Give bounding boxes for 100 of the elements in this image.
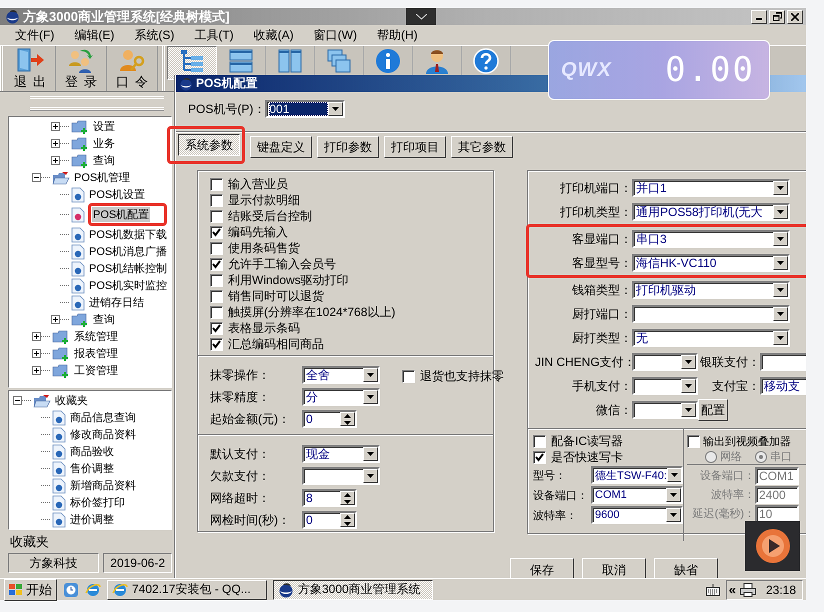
start-button[interactable]: 开始 <box>4 578 57 600</box>
tree-item[interactable]: 进价调整 <box>69 512 115 527</box>
dropdown[interactable]: 海信HK-VC110 <box>632 254 790 272</box>
dropdown[interactable] <box>632 305 790 323</box>
desktop-clock-icon[interactable] <box>63 582 79 598</box>
tab[interactable]: 其它参数 <box>451 136 513 158</box>
checkbox[interactable] <box>210 290 223 302</box>
tree-item[interactable]: 商品信息查询 <box>69 410 137 425</box>
dropdown[interactable] <box>302 467 380 485</box>
browser-icon[interactable] <box>85 582 101 598</box>
expand-icon[interactable] <box>51 315 60 324</box>
tree-item[interactable]: 查询 <box>92 312 116 327</box>
tree-item[interactable]: 查询 <box>92 153 116 168</box>
expand-icon[interactable] <box>32 366 41 375</box>
taskbar-button[interactable]: 方象3000商业管理系统 <box>273 580 433 600</box>
dropdown[interactable] <box>632 377 698 395</box>
tree-item[interactable]: 报表管理 <box>73 346 119 361</box>
checkbox[interactable] <box>533 434 546 448</box>
tab[interactable]: 系统参数 <box>178 134 240 156</box>
expand-icon[interactable] <box>32 349 41 358</box>
checkbox[interactable] <box>402 370 415 382</box>
dropdown[interactable]: 现金 <box>302 445 380 463</box>
folder-icon <box>71 152 89 168</box>
checkbox[interactable] <box>210 178 223 190</box>
checkbox[interactable] <box>210 306 223 318</box>
toolbar-button[interactable]: 退出 <box>5 46 56 91</box>
dropdown[interactable]: 全舍 <box>302 366 380 384</box>
toolbar-button[interactable]: 口令 <box>107 46 158 91</box>
tree-item[interactable]: 新增商品资料 <box>69 478 137 493</box>
expand-icon[interactable] <box>51 139 60 148</box>
dropdown[interactable]: 001 <box>265 100 346 118</box>
menu-item[interactable]: 系统(S) <box>134 26 174 44</box>
close-button[interactable] <box>787 10 803 24</box>
expand-icon[interactable] <box>32 332 41 341</box>
tree-item[interactable]: POS机结帐控制 <box>88 261 168 276</box>
checkbox[interactable] <box>210 242 223 254</box>
tree-item[interactable]: 业务 <box>92 136 116 151</box>
config-button[interactable]: 配置 <box>698 399 728 421</box>
tab[interactable]: 打印项目 <box>384 136 446 158</box>
tree-item[interactable]: POS机配置 <box>92 207 150 222</box>
dropdown[interactable]: 串口3 <box>632 230 790 248</box>
menu-item[interactable]: 工具(T) <box>194 26 234 44</box>
tree-item[interactable]: 修改商品资料 <box>69 427 137 442</box>
checkbox[interactable] <box>533 450 546 464</box>
dropdown[interactable] <box>632 401 698 419</box>
checkbox[interactable] <box>210 258 223 270</box>
tab[interactable]: 打印参数 <box>317 136 379 158</box>
checkbox[interactable] <box>210 322 223 334</box>
toolbar-button[interactable]: 登录 <box>56 46 107 91</box>
tree-item[interactable]: POS机数据下载 <box>88 227 168 242</box>
spin-field[interactable]: 0 <box>302 410 357 428</box>
tree-item[interactable]: 收藏夹 <box>54 393 89 408</box>
tree-item[interactable]: 商品验收 <box>69 444 115 459</box>
checkbox[interactable] <box>210 338 223 350</box>
menu-item[interactable]: 文件(F) <box>15 26 54 44</box>
collapse-icon[interactable] <box>13 396 22 405</box>
expand-icon[interactable] <box>51 156 60 165</box>
tree-item[interactable]: 进销存日结 <box>88 295 145 310</box>
tree-item[interactable]: 标价签打印 <box>69 495 126 510</box>
floating-play-button[interactable] <box>745 521 800 571</box>
dropdown[interactable] <box>632 353 698 371</box>
window-title: 方象3000商业管理系统[经典树模式] <box>23 8 231 26</box>
tree-item[interactable]: 售价调整 <box>69 461 115 476</box>
minimize-button[interactable] <box>751 10 767 24</box>
menu-item[interactable]: 帮助(H) <box>376 26 418 44</box>
tree-item[interactable]: POS机管理 <box>73 170 132 185</box>
input-field[interactable] <box>760 353 806 371</box>
dropdown[interactable]: 并口1 <box>632 179 790 197</box>
checkbox[interactable] <box>210 210 223 222</box>
tree-item[interactable]: POS机消息广播 <box>88 244 168 259</box>
taskbar-button[interactable]: 7402.17安装包 - QQ... <box>107 580 267 600</box>
dropdown-button[interactable] <box>406 8 436 25</box>
menu-item[interactable]: 窗口(W) <box>314 26 357 44</box>
collapse-icon[interactable] <box>32 173 41 182</box>
menu-item[interactable]: 收藏(A) <box>254 26 294 44</box>
expand-icon[interactable] <box>51 122 60 131</box>
checkbox[interactable] <box>210 226 223 238</box>
tree-item[interactable]: POS机设置 <box>88 187 146 202</box>
dropdown[interactable]: COM1 <box>591 486 683 504</box>
tree-item[interactable]: POS机实时监控 <box>88 278 168 293</box>
tree-item[interactable]: 工资管理 <box>73 363 119 378</box>
dropdown[interactable]: 无 <box>632 329 790 347</box>
tree-item[interactable]: 系统管理 <box>73 329 119 344</box>
menu-item[interactable]: 编辑(E) <box>74 26 114 44</box>
input-field[interactable]: 移动支 <box>760 377 806 395</box>
dropdown[interactable]: 分 <box>302 388 380 406</box>
spin-field[interactable]: 0 <box>302 511 357 529</box>
checkbox[interactable] <box>210 194 223 206</box>
dropdown[interactable]: 通用POS58打印机(无大 <box>632 203 790 221</box>
spin-field[interactable]: 8 <box>302 489 357 507</box>
restore-button[interactable] <box>769 10 785 24</box>
dropdown[interactable]: 9600 <box>591 506 683 524</box>
printer-icon[interactable] <box>740 582 756 596</box>
keyboard-icon[interactable] <box>706 584 720 596</box>
tree-item[interactable]: 设置 <box>92 119 116 134</box>
dropdown[interactable]: 德生TSW-F40: <box>591 466 683 484</box>
tab[interactable]: 键盘定义 <box>250 136 312 158</box>
checkbox[interactable] <box>210 274 223 286</box>
tray-expand-button[interactable]: « <box>728 582 736 597</box>
dropdown[interactable]: 打印机驱动 <box>632 281 790 299</box>
